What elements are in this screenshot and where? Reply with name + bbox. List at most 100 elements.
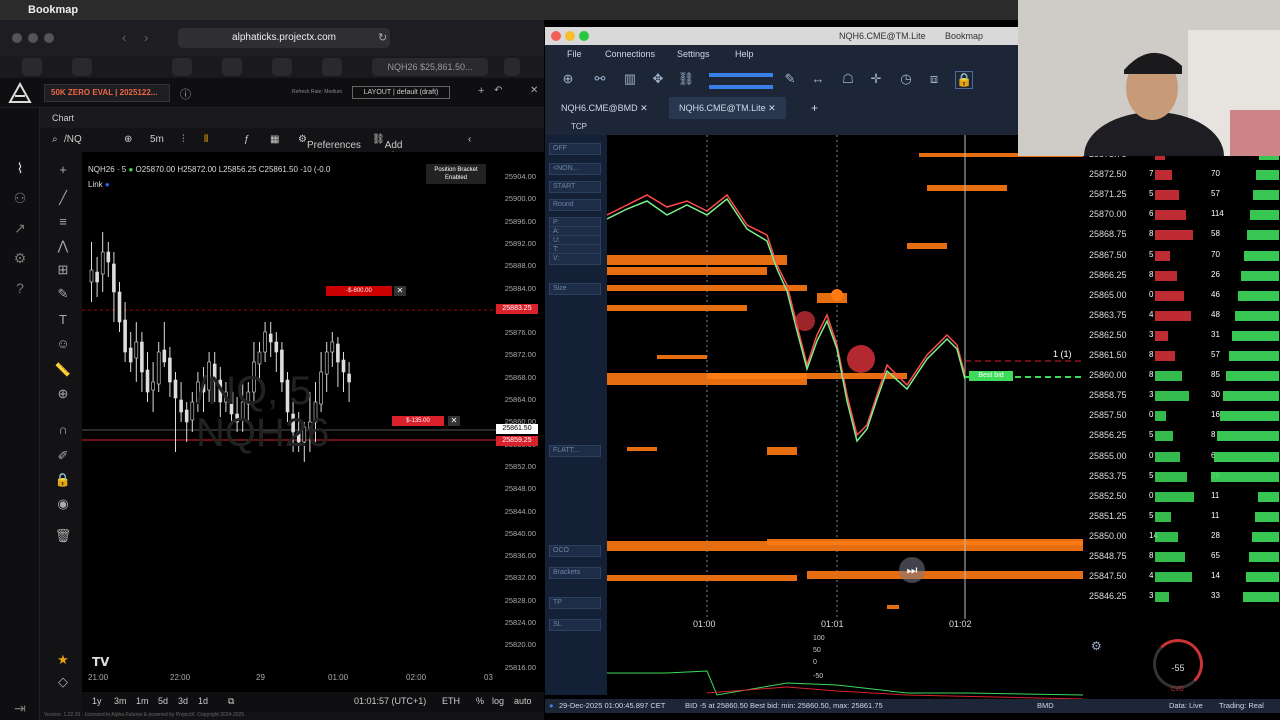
calendar-icon[interactable]: ⧉ [228, 696, 234, 707]
menu-help[interactable]: Help [735, 49, 754, 59]
link-label[interactable]: Link [88, 180, 103, 189]
range-button-1y[interactable]: 1y [92, 696, 102, 706]
chart-icon[interactable]: ▥ [621, 71, 639, 89]
layout-selector[interactable]: LAYOUT | default (draft) [352, 86, 450, 99]
add-tab-icon[interactable]: + [801, 97, 828, 119]
range-button-5d[interactable]: 5d [158, 696, 168, 706]
indicators-icon[interactable]: ƒ [244, 134, 250, 145]
lock-icon[interactable]: 🔒 [955, 71, 973, 89]
menu-connections[interactable]: Connections [605, 49, 655, 59]
order-panel-widget[interactable]: Round [549, 199, 601, 211]
pattern-icon[interactable]: ⋀ [54, 238, 72, 256]
pinned-tab[interactable] [322, 58, 342, 76]
tab-nqh6-tm-lite[interactable]: NQH6.CME@TM.Lite ✕ [669, 97, 786, 119]
order-panel-widget[interactable]: Size [549, 283, 601, 295]
order-panel-widget[interactable]: Brackets [549, 567, 601, 579]
session-button[interactable]: ETH [442, 696, 460, 706]
users-icon[interactable]: ⚇ [10, 190, 30, 208]
back-icon[interactable]: ‹ [122, 30, 126, 45]
bar-type-icon[interactable]: ⫶ [182, 134, 185, 145]
active-app-name[interactable]: Bookmap [28, 4, 78, 16]
symbol-search[interactable]: /NQ [64, 134, 82, 145]
pinned-tab[interactable] [222, 58, 242, 76]
lock-icon[interactable]: 🔒 [54, 472, 72, 490]
heatmap[interactable]: ⏭ 1 (1) Best bid [607, 135, 1083, 619]
percent-toggle[interactable]: % [476, 696, 484, 706]
account-selector[interactable]: 50K ZERO EVAL | 2025122... [44, 84, 170, 102]
magnet-icon[interactable]: ∩ [54, 422, 72, 440]
pinned-tab[interactable] [22, 58, 42, 76]
chat-icon[interactable]: ☖ [839, 71, 857, 89]
crosshair-icon[interactable]: ✛ [867, 71, 885, 89]
zoom-icon[interactable]: ⊕ [54, 386, 72, 404]
add-icon[interactable]: + [478, 85, 484, 97]
tab-nqh6-bmd[interactable]: NQH6.CME@BMD ✕ [551, 97, 658, 119]
chart-icon[interactable]: ⌇ [10, 160, 30, 178]
order-panel-widget[interactable]: OCO [549, 545, 601, 557]
star-icon[interactable]: ★ [54, 652, 72, 670]
close-icon[interactable] [12, 33, 22, 43]
link-icon[interactable]: ⛓ [677, 71, 695, 89]
position-bracket-badge[interactable]: Position Bracket Enabled [426, 164, 486, 184]
range-button-3m[interactable]: 3m [114, 696, 127, 706]
layout-icon[interactable]: ⧈ [925, 71, 943, 89]
order-panel-widget[interactable]: START [549, 181, 601, 193]
maximize-icon[interactable] [579, 31, 589, 41]
lock-draw-icon[interactable]: ✐ [54, 448, 72, 466]
emoji-icon[interactable]: ☺ [54, 336, 72, 354]
heatmap-contrast-slider[interactable] [709, 73, 773, 77]
replay-icon[interactable]: ⏭ [899, 557, 925, 583]
order-panel-widget[interactable]: TP [549, 597, 601, 609]
addons-icon[interactable]: ✥ [649, 71, 667, 89]
ruler-icon[interactable]: ↔ [809, 71, 827, 89]
order-marker[interactable]: 1 (1) [1053, 349, 1072, 359]
price-axis[interactable]: 25904.00 25900.00 25896.00 25892.00 25888.00… [496, 152, 544, 672]
layouts-icon[interactable]: ▦ [270, 134, 279, 145]
minimize-icon[interactable] [565, 31, 575, 41]
network-icon[interactable]: ⚯ [591, 71, 609, 89]
fib-icon[interactable]: ≡ [54, 214, 72, 232]
log-toggle[interactable]: log [492, 696, 504, 706]
range-button-1d[interactable]: 1d [198, 696, 208, 706]
ruler-icon[interactable]: 📏 [54, 362, 72, 380]
forward-icon[interactable]: › [144, 30, 148, 45]
price-ladder[interactable]: 25873.7586625872.5077025871.2555725870.0… [1083, 135, 1280, 619]
pinned-tab[interactable] [172, 58, 192, 76]
tab-symbol[interactable]: NQH26 $25,861.50... [372, 58, 488, 76]
maximize-icon[interactable] [44, 33, 54, 43]
info-icon[interactable]: ⓘ [180, 86, 191, 102]
order-label-top[interactable]: -$-800.00 [326, 286, 392, 296]
address-bar[interactable]: alphaticks.projectx.com [178, 28, 390, 48]
candles-icon[interactable]: ⫴ [204, 134, 208, 145]
range-button-1m[interactable]: 1m [136, 696, 149, 706]
menu-file[interactable]: File [567, 49, 582, 59]
close-icon[interactable]: ✕ [768, 103, 776, 113]
heatmap-range-slider[interactable] [709, 85, 773, 89]
pinned-tab[interactable] [504, 58, 520, 76]
pinned-tab[interactable] [272, 58, 292, 76]
preferences-button[interactable]: ⚙ Preferences [298, 134, 361, 151]
projection-icon[interactable]: ⊞ [54, 262, 72, 280]
order-panel-widget[interactable]: OFF [549, 143, 601, 155]
search-icon[interactable]: ⌕ [52, 134, 58, 145]
interval-selector[interactable]: 5m [150, 134, 164, 145]
close-icon[interactable] [551, 31, 561, 41]
close-icon[interactable]: ✕ [394, 286, 406, 296]
close-icon[interactable]: ✕ [640, 103, 648, 113]
timer-icon[interactable]: ◷ [897, 71, 915, 89]
crosshair-icon[interactable]: + [54, 162, 72, 180]
brush-icon[interactable]: ✎ [54, 286, 72, 304]
add-instrument-icon[interactable]: ⊕ [559, 71, 577, 89]
chevron-left-icon[interactable]: ‹ [468, 134, 471, 145]
order-panel-widget[interactable]: SL [549, 619, 601, 631]
chart-tab-label[interactable]: Chart [52, 113, 74, 123]
menu-settings[interactable]: Settings [677, 49, 710, 59]
auto-toggle[interactable]: auto [514, 696, 532, 706]
pinned-tab[interactable] [72, 58, 92, 76]
reload-icon[interactable]: ↻ [378, 31, 387, 44]
gear-icon[interactable]: ⚙ [10, 250, 30, 268]
gear-icon[interactable]: ⚙ [1091, 639, 1102, 653]
candlestick-chart[interactable]: /NQ, 5 NQH26 -$-800.00 ✕ $-135.00 ✕ TV [82, 152, 496, 672]
range-button-3d[interactable]: 3d [178, 696, 188, 706]
text-icon[interactable]: T [54, 312, 72, 330]
